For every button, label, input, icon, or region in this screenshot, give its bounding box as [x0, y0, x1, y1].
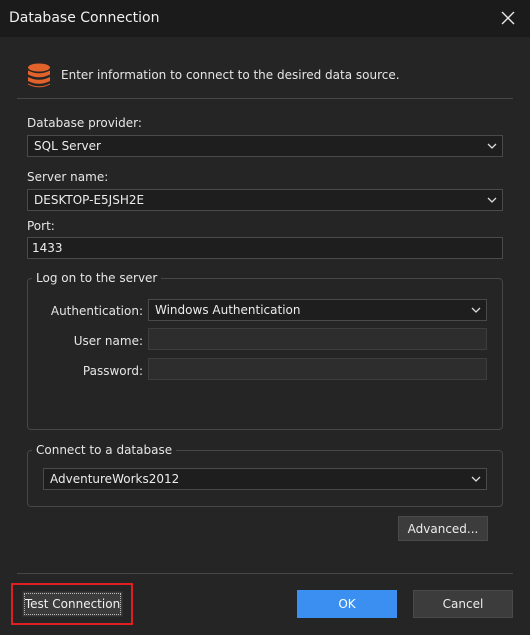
provider-value: SQL Server	[34, 139, 101, 153]
chevron-down-icon	[487, 143, 497, 149]
password-field[interactable]	[148, 358, 487, 380]
logon-legend: Log on to the server	[32, 271, 162, 285]
database-select[interactable]: AdventureWorks2012	[43, 468, 487, 490]
chevron-down-icon	[471, 307, 481, 313]
close-button[interactable]	[492, 2, 524, 34]
username-field[interactable]	[148, 328, 487, 350]
auth-select[interactable]: Windows Authentication	[148, 299, 487, 321]
cancel-button[interactable]: Cancel	[413, 590, 513, 618]
auth-label: Authentication:	[50, 304, 143, 318]
port-label: Port:	[27, 219, 55, 233]
window-title: Database Connection	[9, 10, 160, 26]
database-icon	[28, 63, 50, 88]
close-icon	[501, 11, 515, 25]
auth-value: Windows Authentication	[155, 303, 301, 317]
chevron-down-icon	[471, 476, 481, 482]
header-divider	[17, 98, 513, 99]
password-label: Password:	[82, 364, 143, 378]
test-connection-button[interactable]: Test Connection	[22, 591, 123, 617]
chevron-down-icon	[487, 197, 497, 203]
port-value: 1433	[32, 241, 63, 255]
port-field[interactable]: 1433	[27, 237, 503, 259]
intro-text: Enter information to connect to the desi…	[61, 68, 400, 82]
title-bar: Database Connection	[0, 0, 530, 37]
server-value: DESKTOP-E5JSH2E	[34, 193, 145, 207]
server-select[interactable]: DESKTOP-E5JSH2E	[27, 189, 503, 211]
provider-label: Database provider:	[27, 116, 142, 130]
provider-select[interactable]: SQL Server	[27, 135, 503, 157]
footer-divider	[17, 573, 513, 574]
username-label: User name:	[73, 334, 143, 348]
database-legend: Connect to a database	[32, 443, 177, 457]
server-label: Server name:	[27, 170, 109, 184]
ok-button[interactable]: OK	[297, 590, 397, 618]
database-value: AdventureWorks2012	[50, 472, 180, 486]
advanced-button[interactable]: Advanced...	[398, 516, 488, 541]
